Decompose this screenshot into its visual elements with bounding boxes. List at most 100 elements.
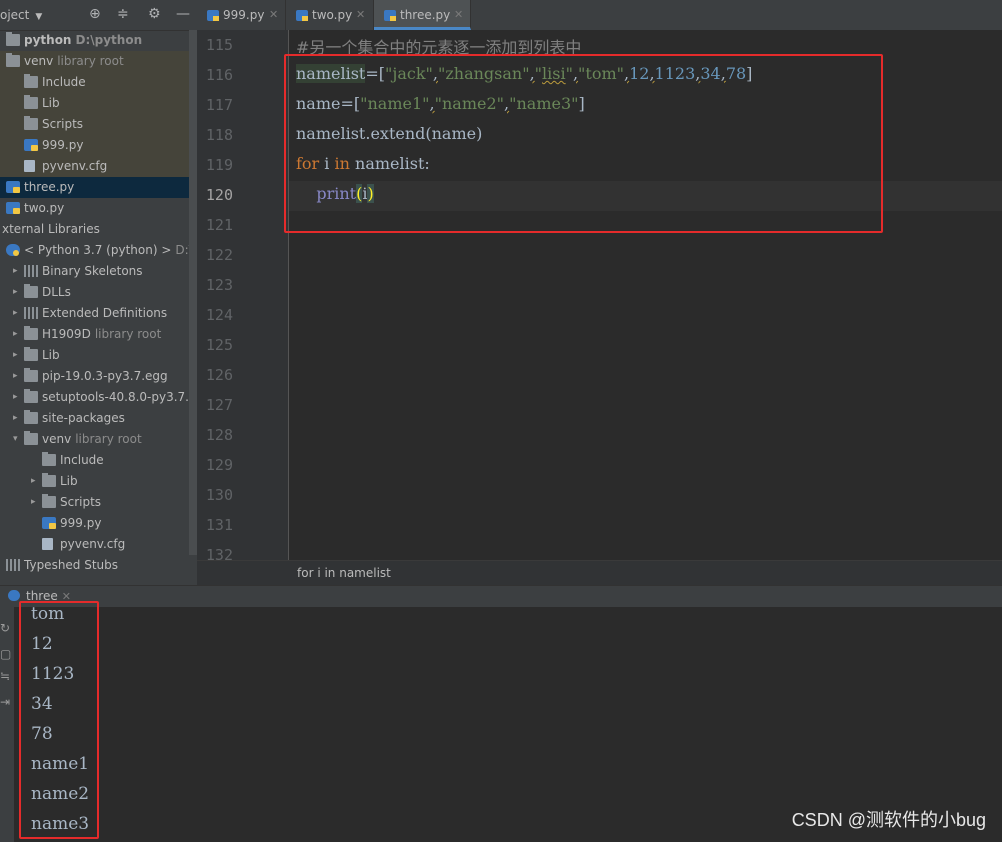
folder-icon: [24, 347, 38, 361]
scroll-end-icon[interactable]: ⇥: [0, 695, 10, 709]
tree-item-label: Binary Skeletons: [42, 261, 143, 282]
folder-icon: [42, 452, 56, 466]
tree-item-meta: library root: [94, 327, 162, 341]
folder-icon: [24, 389, 38, 403]
close-icon[interactable]: ✕: [269, 0, 278, 30]
project-view-selector[interactable]: oject ▼: [0, 8, 42, 22]
project-header: oject ▼ ⊕ ≑ ⚙ —: [0, 0, 197, 31]
chevron-right-icon[interactable]: ▸: [13, 303, 18, 324]
watermark: CSDN @测软件的小bug: [791, 810, 986, 830]
line-number: 119: [205, 156, 233, 174]
tree-item[interactable]: xternal Libraries: [0, 219, 190, 240]
line-number: 130: [205, 486, 233, 504]
folder-icon: [24, 284, 38, 298]
project-title-label: oject: [0, 8, 30, 22]
tree-item[interactable]: venv library root: [0, 51, 190, 72]
tree-item[interactable]: ▸ site-packages: [0, 408, 190, 429]
chevron-down-icon: ▼: [35, 12, 43, 22]
tree-item[interactable]: ▸ Binary Skeletons: [0, 261, 190, 282]
tab-three-py[interactable]: three.py ✕: [374, 0, 471, 30]
config-file-icon: [24, 160, 35, 172]
tree-item-label: three.py: [24, 177, 74, 198]
tree-item[interactable]: 999.py: [0, 513, 190, 534]
tree-item[interactable]: ▸ Scripts: [0, 492, 190, 513]
tree-item[interactable]: ▸ Lib: [0, 471, 190, 492]
tree-item[interactable]: Scripts: [0, 114, 190, 135]
line-number: 115: [205, 36, 233, 54]
chevron-right-icon[interactable]: ▸: [31, 471, 36, 492]
tree-item[interactable]: ▾< Python 3.7 (python) >D:\pyth: [0, 240, 190, 261]
chevron-right-icon[interactable]: ▸: [13, 324, 18, 345]
tree-item[interactable]: ▾ venv library root: [0, 429, 190, 450]
close-icon[interactable]: ✕: [454, 0, 463, 30]
tree-item-text: python: [24, 33, 72, 47]
tree-item[interactable]: pyvenv.cfg: [0, 156, 190, 177]
tree-item[interactable]: Include: [0, 72, 190, 93]
line-number: 117: [205, 96, 233, 114]
target-icon[interactable]: ⊕: [89, 6, 101, 22]
chevron-right-icon[interactable]: ▸: [13, 282, 18, 303]
chevron-right-icon[interactable]: ▸: [31, 492, 36, 513]
tree-item-text: H1909D: [42, 327, 91, 341]
tree-item-text: Include: [60, 453, 104, 467]
folder-icon: [24, 326, 38, 340]
folder-icon: [42, 473, 56, 487]
rerun-icon[interactable]: ↻: [0, 621, 10, 635]
project-tool-window: oject ▼ ⊕ ≑ ⚙ — python D:\python venv librar…: [0, 0, 197, 585]
tree-item-label: Include: [60, 450, 104, 471]
minimize-icon[interactable]: —: [176, 6, 190, 22]
tab-two-py[interactable]: two.py ✕: [286, 0, 374, 30]
tree-item-text: Extended Definitions: [42, 306, 168, 320]
python-file-icon: [6, 202, 20, 214]
chevron-right-icon[interactable]: ▸: [13, 408, 18, 429]
stop-icon[interactable]: ▢: [0, 647, 11, 661]
collapse-icon[interactable]: ≑: [117, 6, 129, 22]
breadcrumb[interactable]: for i in namelist: [297, 566, 391, 580]
line-number: 124: [205, 306, 233, 324]
tree-item[interactable]: ▸ Extended Definitions: [0, 303, 190, 324]
tree-item-label: 999.py: [60, 513, 101, 534]
tree-item-text: two.py: [24, 201, 65, 215]
tree-item[interactable]: Lib: [0, 93, 190, 114]
tree-item[interactable]: ▸Typeshed Stubs: [0, 555, 190, 576]
tree-scrollbar[interactable]: [189, 30, 197, 555]
chevron-right-icon[interactable]: ▸: [13, 387, 18, 408]
tree-item[interactable]: ▸ H1909D library root: [0, 324, 190, 345]
python-file-icon: [24, 139, 38, 151]
close-icon[interactable]: ✕: [356, 0, 365, 30]
chevron-down-icon[interactable]: ▾: [13, 429, 18, 450]
tree-item[interactable]: three.py: [0, 177, 190, 198]
library-icon: [24, 307, 38, 319]
tree-item-text: Lib: [60, 474, 78, 488]
tree-item-text: DLLs: [42, 285, 71, 299]
chevron-right-icon[interactable]: ▸: [13, 261, 18, 282]
chevron-right-icon[interactable]: ▸: [13, 345, 18, 366]
tree-item-text: 999.py: [60, 516, 102, 530]
soft-wrap-icon[interactable]: ≒: [0, 669, 10, 683]
line-number: 122: [205, 246, 233, 264]
gear-icon[interactable]: ⚙: [148, 6, 161, 22]
tree-item[interactable]: two.py: [0, 198, 190, 219]
line-number: 121: [205, 216, 233, 234]
tree-item-text: Scripts: [60, 495, 102, 509]
tree-item[interactable]: pyvenv.cfg: [0, 534, 190, 555]
tree-item[interactable]: ▸ DLLs: [0, 282, 190, 303]
tree-item[interactable]: ▸ setuptools-40.8.0-py3.7.egg: [0, 387, 190, 408]
tree-item[interactable]: ▸ Lib: [0, 345, 190, 366]
tree-item[interactable]: 999.py: [0, 135, 190, 156]
tree-item-text: Scripts: [42, 117, 84, 131]
tree-item[interactable]: ▸ pip-19.0.3-py3.7.egg: [0, 366, 190, 387]
tree-item-label: 999.py: [42, 135, 83, 156]
tab-999-py[interactable]: 999.py ✕: [197, 0, 286, 30]
tree-item-label: Scripts: [42, 114, 83, 135]
tree-item-text: setuptools-40.8.0-py3.7.egg: [42, 390, 190, 404]
tree-item[interactable]: python D:\python: [0, 30, 190, 51]
tab-label: three.py: [400, 8, 451, 22]
tree-item-text: Binary Skeletons: [42, 264, 143, 278]
tree-item-meta: D:\pyth: [175, 243, 190, 257]
tree-item-text: venv: [42, 432, 72, 446]
chevron-right-icon[interactable]: ▸: [13, 366, 18, 387]
tree-item[interactable]: Include: [0, 450, 190, 471]
tree-item-text: Lib: [42, 96, 60, 110]
tree-item-label: Extended Definitions: [42, 303, 167, 324]
